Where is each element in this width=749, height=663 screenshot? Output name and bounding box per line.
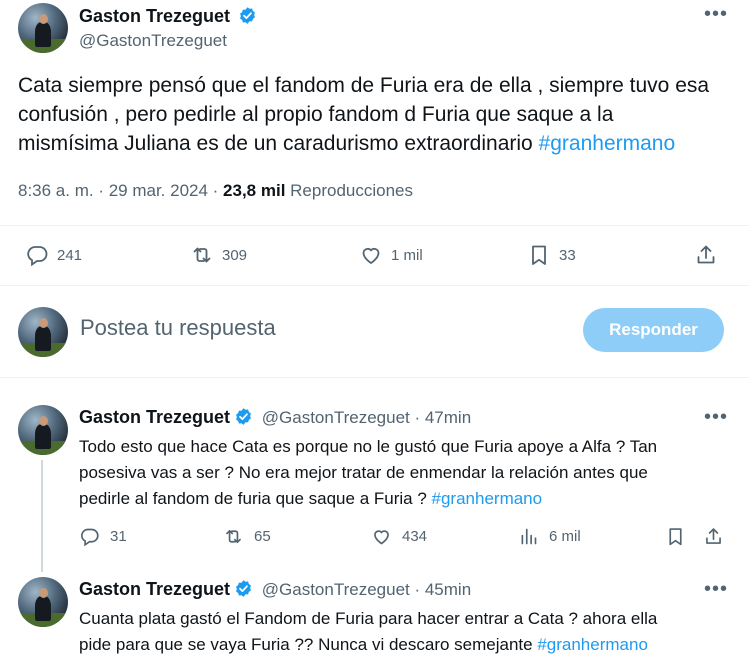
views-label: Reproducciones [285,181,413,200]
thread-connector-line [41,460,43,572]
repost-count: 309 [222,246,248,264]
verified-badge-icon [236,408,251,425]
bookmark-action[interactable] [665,526,696,547]
heart-icon [374,530,389,545]
more-options-icon[interactable]: ••• [704,407,728,427]
reply-author-handle[interactable]: @GastonTrezeguet [262,580,410,599]
reply-header: Gaston Trezeguet @GastonTrezeguet · 45mi… [79,579,471,600]
reply-input[interactable]: Postea tu respuesta [80,315,276,341]
reply-header: Gaston Trezeguet @GastonTrezeguet · 47mi… [79,407,471,428]
reply-text-fragment: pedirle al fandom de furia que saque a F… [79,489,432,508]
reply-text-fragment: pide para que se vaya Furia ?? Nunca vi … [79,635,538,654]
bookmark-icon [669,528,682,546]
tweet-text-line: mismísima Juliana es de un caradurismo e… [18,129,733,158]
reply-icon [81,528,99,547]
like-count: 1 mil [391,246,423,264]
views-count: 6 mil [549,528,581,545]
reply-author-name[interactable]: Gaston Trezeguet [79,407,230,427]
reply-text-line: Cuanta plata gastó el Fandom de Furia pa… [79,609,658,628]
like-action[interactable]: 1 mil [359,243,423,267]
reply-author-avatar[interactable] [18,405,68,455]
more-options-icon[interactable]: ••• [704,4,728,24]
reply-text: Cuanta plata gastó el Fandom de Furia pa… [79,606,729,658]
repost-icon [226,529,241,544]
reply-author-avatar[interactable] [18,577,68,627]
tweet-text-line: Cata siempre pensó que el fandom de Furi… [18,74,710,97]
repost-action[interactable]: 309 [190,243,247,267]
reply-action[interactable]: 31 [79,526,127,547]
bookmark-count: 33 [559,246,576,264]
share-action[interactable] [694,243,726,267]
reply-timestamp[interactable]: · 47min [410,408,471,427]
reply-count: 241 [57,246,83,264]
reply-icon [27,246,48,267]
author-name-row: Gaston Trezeguet [79,6,257,27]
tweet-text-line: confusión , pero pedirle al propio fando… [18,103,614,126]
tweet-text: Cata siempre pensó que el fandom de Furi… [18,71,733,158]
more-options-icon[interactable]: ••• [704,579,728,599]
repost-icon [193,247,211,263]
author-handle[interactable]: @GastonTrezeguet [79,31,227,51]
tweet-meta: 8:36 a. m. · 29 mar. 2024 · 23,8 mil Rep… [18,181,413,201]
analytics-icon [521,528,537,545]
author-avatar[interactable] [18,3,68,53]
verified-badge-icon [240,7,256,24]
current-user-avatar[interactable] [18,307,68,357]
reply-timestamp[interactable]: · 45min [410,580,471,599]
like-count: 434 [402,528,428,545]
repost-count: 65 [254,528,271,545]
heart-icon [362,247,380,265]
author-name[interactable]: Gaston Trezeguet [79,6,230,26]
reply-submit-button[interactable]: Responder [583,308,724,352]
views-count: 23,8 mil [223,181,286,200]
share-icon [697,245,715,264]
reply-text: Todo esto que hace Cata es porque no le … [79,434,729,512]
tweet-text-fragment: mismísima Juliana es de un caradurismo e… [18,132,539,155]
reply-action[interactable]: 241 [25,243,82,267]
hashtag-link[interactable]: #granhermano [539,132,676,155]
views-action[interactable]: 6 mil [518,526,581,547]
divider [0,377,749,378]
hashtag-link[interactable]: #granhermano [432,489,543,508]
share-icon [706,528,721,544]
reply-text-line: posesiva vas a ser ? No era mejor tratar… [79,463,648,482]
reply-author-name[interactable]: Gaston Trezeguet [79,579,230,599]
share-action[interactable] [703,526,734,547]
divider [0,285,749,286]
tweet-timestamp[interactable]: 8:36 a. m. · 29 mar. 2024 · [18,181,223,200]
reply-text-line: Todo esto que hace Cata es porque no le … [79,437,658,456]
reply-author-handle[interactable]: @GastonTrezeguet [262,408,410,427]
reply-text-line: pedirle al fandom de furia que saque a F… [79,486,729,512]
repost-action[interactable]: 65 [223,526,271,547]
reply-count: 31 [110,528,127,545]
divider [0,225,749,226]
reply-text-line: pide para que se vaya Furia ?? Nunca vi … [79,632,729,658]
verified-badge-icon [236,580,251,597]
hashtag-link[interactable]: #granhermano [537,635,648,654]
bookmark-action[interactable]: 33 [527,243,576,267]
bookmark-icon [532,245,546,265]
like-action[interactable]: 434 [371,526,427,547]
